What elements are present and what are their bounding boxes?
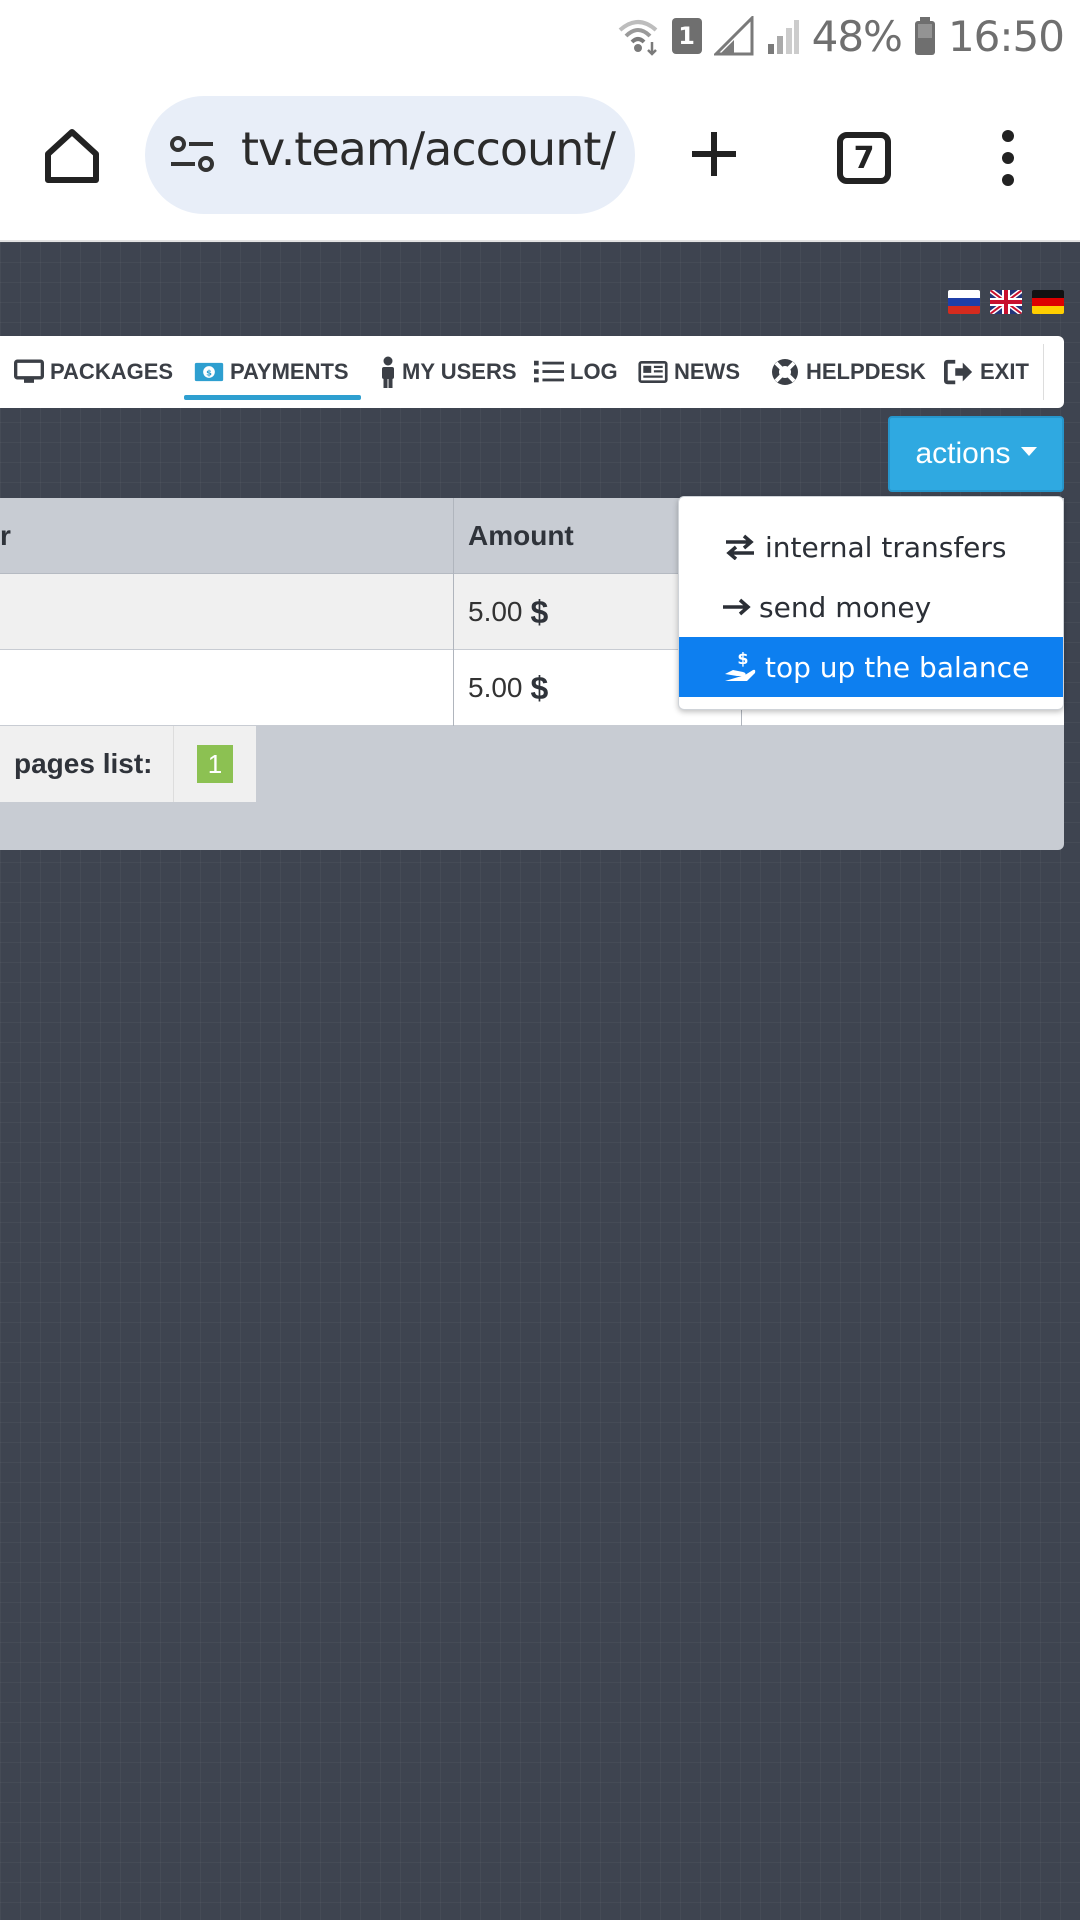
page-content: PACKAGES $ PAYMENTS MY USERS LOG NEWS HE… — [0, 242, 1080, 1920]
nav-packages[interactable]: PACKAGES — [14, 336, 173, 408]
nav-log[interactable]: LOG — [534, 336, 618, 408]
sim-badge: 1 — [671, 18, 702, 54]
more-menu-icon[interactable] — [996, 128, 1020, 188]
amount-value: 5.00 — [468, 596, 523, 627]
actions-dropdown-menu: internal transfers send money $ top up t… — [678, 496, 1064, 710]
battery-icon — [914, 17, 935, 55]
flag-de-icon[interactable] — [1032, 290, 1064, 314]
menu-item-label: internal transfers — [765, 530, 1007, 564]
pagination: pages list: 1 — [0, 726, 256, 802]
current-page[interactable]: 1 — [197, 745, 233, 783]
menu-item-send-money[interactable]: send money — [679, 577, 1063, 637]
menu-item-top-up-balance[interactable]: $ top up the balance — [679, 637, 1063, 697]
money-icon: $ — [194, 357, 224, 387]
sign-out-icon — [944, 357, 974, 387]
currency-icon: $ — [530, 593, 549, 630]
wifi-icon — [618, 20, 657, 56]
language-flags — [948, 290, 1064, 314]
svg-text:$: $ — [206, 367, 212, 377]
nav-exit-label: EXIT — [980, 359, 1029, 384]
main-nav: PACKAGES $ PAYMENTS MY USERS LOG NEWS HE… — [0, 336, 1064, 408]
amount-cell: 5.00 $ — [468, 574, 548, 650]
clock: 16:50 — [947, 11, 1065, 61]
flag-ru-icon[interactable] — [948, 290, 980, 314]
nav-helpdesk[interactable]: HELPDESK — [770, 336, 926, 408]
menu-item-label: top up the balance — [765, 650, 1030, 684]
nav-log-label: LOG — [570, 359, 618, 384]
tab-switcher-button[interactable]: 7 — [837, 132, 891, 184]
nav-payments[interactable]: $ PAYMENTS — [184, 336, 361, 408]
newspaper-icon — [638, 357, 668, 387]
nav-my-users-label: MY USERS — [402, 359, 517, 384]
signal-icon — [713, 16, 754, 56]
nav-news[interactable]: NEWS — [638, 336, 740, 408]
signal-weak-icon — [767, 20, 799, 54]
flag-uk-icon[interactable] — [990, 290, 1022, 314]
status-bar: 1 48% 16:50 — [0, 0, 1080, 72]
svg-text:$: $ — [737, 650, 748, 668]
nav-payments-label: PAYMENTS — [230, 359, 349, 384]
menu-item-internal-transfers[interactable]: internal transfers — [679, 517, 1063, 577]
monitor-icon — [14, 357, 44, 387]
home-icon[interactable] — [40, 124, 104, 188]
battery-percent: 48% — [811, 11, 903, 61]
nav-exit[interactable]: EXIT — [944, 336, 1029, 408]
column-divider — [453, 498, 454, 726]
exchange-icon — [723, 530, 757, 564]
menu-item-label: send money — [759, 590, 932, 624]
nav-packages-label: PACKAGES — [50, 359, 174, 384]
url-text[interactable]: tv.team/account/ — [241, 122, 616, 176]
caret-down-icon — [1020, 446, 1037, 456]
actions-label: actions — [915, 437, 1011, 470]
arrow-right-icon — [723, 590, 751, 624]
column-header-amount[interactable]: Amount — [468, 498, 574, 574]
column-header-user[interactable]: r — [0, 498, 11, 574]
browser-toolbar: tv.team/account/ 7 — [0, 72, 1080, 242]
new-tab-icon[interactable] — [688, 128, 740, 180]
currency-icon: $ — [530, 669, 549, 706]
site-settings-icon[interactable] — [169, 134, 215, 174]
amount-value: 5.00 — [468, 672, 523, 703]
person-icon — [380, 356, 396, 388]
pages-list-label: pages list: — [0, 726, 174, 802]
nav-my-users[interactable]: MY USERS — [380, 336, 517, 408]
actions-button[interactable]: actions — [888, 416, 1064, 492]
address-bar[interactable]: tv.team/account/ — [145, 96, 635, 214]
nav-helpdesk-label: HELPDESK — [806, 359, 926, 384]
nav-news-label: NEWS — [674, 359, 740, 384]
lifebuoy-icon — [770, 357, 800, 387]
hand-dollar-icon: $ — [723, 650, 757, 684]
status-icons: 1 48% 16:50 — [616, 10, 1065, 62]
list-icon — [534, 357, 564, 387]
page-link[interactable]: 1 — [174, 726, 256, 802]
amount-cell: 5.00 $ — [468, 650, 548, 726]
nav-divider — [1043, 344, 1044, 400]
